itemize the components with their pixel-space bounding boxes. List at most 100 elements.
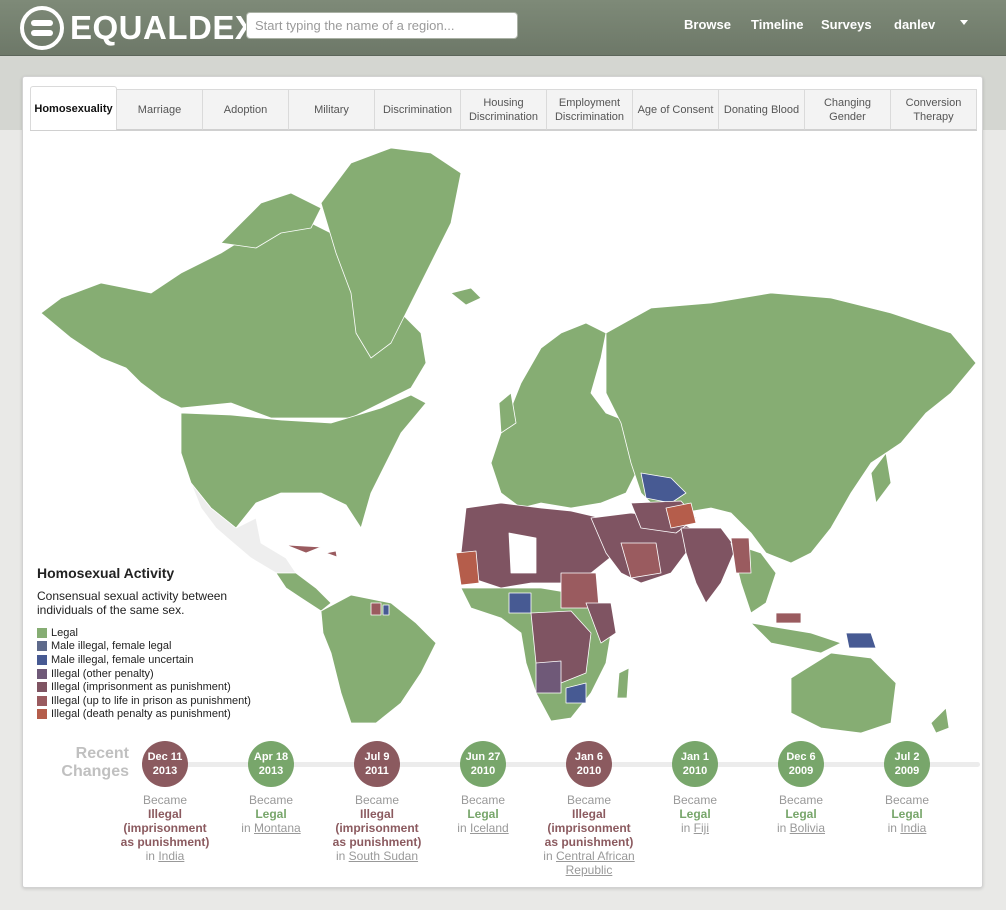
legend-swatch bbox=[37, 641, 47, 652]
legend-label: Male illegal, female legal bbox=[51, 640, 172, 653]
status-line: Illegal bbox=[147, 807, 182, 821]
region-line: in Fiji bbox=[640, 821, 750, 835]
map-region-drc bbox=[535, 660, 562, 694]
legend-swatch bbox=[37, 695, 47, 706]
tab-marriage[interactable]: Marriage bbox=[116, 89, 203, 130]
tab-label: Changing Gender bbox=[823, 96, 872, 123]
legend-label: Legal bbox=[51, 626, 78, 639]
region-link[interactable]: Fiji bbox=[694, 821, 709, 835]
in-label: in bbox=[241, 821, 251, 835]
status-line: as punishment) bbox=[120, 835, 210, 849]
became-label: Became bbox=[460, 793, 506, 807]
legend-label: Illegal (death penalty as punishment) bbox=[51, 708, 231, 721]
nav-browse-link[interactable]: Browse bbox=[684, 17, 731, 32]
became-label: Became bbox=[566, 793, 612, 807]
status-line: as punishment) bbox=[544, 835, 634, 849]
in-label: in bbox=[887, 821, 897, 835]
tab-divider bbox=[30, 130, 977, 131]
date-circle[interactable]: Dec 6 2009 bbox=[778, 741, 824, 787]
tab-label: Housing Discrimination bbox=[468, 96, 539, 123]
status-line: Legal bbox=[785, 807, 817, 821]
date-month: Jan 6 bbox=[574, 751, 604, 763]
status-line: (imprisonment bbox=[547, 821, 631, 835]
timeline-item: Jul 2 2009 Became Legal in India bbox=[852, 741, 962, 835]
region-link[interactable]: South Sudan bbox=[349, 849, 418, 863]
date-circle[interactable]: Jan 6 2010 bbox=[566, 741, 612, 787]
nav-surveys-link[interactable]: Surveys bbox=[821, 17, 872, 32]
tab-housing-discrimination[interactable]: Housing Discrimination bbox=[460, 89, 547, 130]
tab-label: Age of Consent bbox=[637, 103, 714, 116]
date-circle[interactable]: Jul 9 2011 bbox=[354, 741, 400, 787]
date-year: 2010 bbox=[682, 765, 708, 777]
date-month: Jan 1 bbox=[680, 751, 710, 763]
region-line: in Central African Republic bbox=[534, 849, 644, 877]
tab-homosexuality[interactable]: Homosexuality bbox=[30, 86, 117, 131]
tab-age-of-consent[interactable]: Age of Consent bbox=[632, 89, 719, 130]
tab-employment-discrimination[interactable]: Employment Discrimination bbox=[546, 89, 633, 130]
map-region-guyana bbox=[370, 602, 382, 616]
status-line: Legal bbox=[255, 807, 287, 821]
map-region-madagascar bbox=[616, 667, 630, 699]
status-line: Legal bbox=[891, 807, 923, 821]
region-link[interactable]: Iceland bbox=[470, 821, 509, 835]
tab-label: Homosexuality bbox=[34, 102, 113, 115]
region-link[interactable]: India bbox=[158, 849, 184, 863]
map-region-australia bbox=[790, 652, 897, 733]
timeline-item: Dec 6 2009 Became Legal in Bolivia bbox=[746, 741, 856, 835]
tab-conversion-therapy[interactable]: Conversion Therapy bbox=[890, 89, 977, 130]
map-region-guyana-2 bbox=[382, 604, 390, 616]
chevron-down-icon[interactable] bbox=[960, 20, 968, 25]
tab-changing-gender[interactable]: Changing Gender bbox=[804, 89, 891, 130]
region-search-input[interactable] bbox=[246, 12, 518, 39]
became-label: Became bbox=[354, 793, 400, 807]
legend-list: Legal Male illegal, female legal Male il… bbox=[37, 626, 267, 721]
timeline-item: Apr 18 2013 Became Legal in Montana bbox=[216, 741, 326, 835]
timeline-item: Dec 11 2013 Became Illegal (imprisonment… bbox=[110, 741, 220, 863]
tab-military[interactable]: Military bbox=[288, 89, 375, 130]
legend-label: Male illegal, female uncertain bbox=[51, 653, 194, 666]
date-year: 2011 bbox=[365, 765, 389, 777]
legend-item: Illegal (other penalty) bbox=[37, 667, 267, 681]
date-circle[interactable]: Apr 18 2013 bbox=[248, 741, 294, 787]
tab-adoption[interactable]: Adoption bbox=[202, 89, 289, 130]
tab-label: Marriage bbox=[137, 103, 182, 116]
date-year: 2013 bbox=[258, 765, 284, 777]
map-region-afghanistan bbox=[665, 502, 697, 529]
tab-label: Military bbox=[314, 103, 349, 116]
map-region-india bbox=[680, 527, 737, 604]
legend-swatch bbox=[37, 627, 47, 638]
region-line: in Bolivia bbox=[746, 821, 856, 835]
legend-item: Male illegal, female legal bbox=[37, 640, 267, 654]
tab-label: Donating Blood bbox=[723, 103, 800, 116]
region-link[interactable]: Bolivia bbox=[790, 821, 825, 835]
became-label: Became bbox=[248, 793, 294, 807]
logo[interactable]: EQUALDEX bbox=[20, 6, 257, 50]
region-link[interactable]: Central African Republic bbox=[556, 849, 635, 877]
timeline-item: Jan 6 2010 Became Illegal (imprisonment … bbox=[534, 741, 644, 877]
legend-label: Illegal (other penalty) bbox=[51, 667, 154, 680]
region-link[interactable]: Montana bbox=[254, 821, 301, 835]
date-month: Jul 9 bbox=[364, 751, 390, 763]
user-menu-link[interactable]: danlev bbox=[894, 17, 935, 32]
became-label: Became bbox=[672, 793, 718, 807]
map-region-nigeria bbox=[508, 592, 532, 614]
legend-label: Illegal (imprisonment as punishment) bbox=[51, 681, 231, 694]
tab-donating-blood[interactable]: Donating Blood bbox=[718, 89, 805, 130]
became-label: Became bbox=[778, 793, 824, 807]
date-circle[interactable]: Jun 27 2010 bbox=[460, 741, 506, 787]
tab-label: Adoption bbox=[223, 103, 268, 116]
tab-discrimination[interactable]: Discrimination bbox=[374, 89, 461, 130]
date-circle[interactable]: Jan 1 2010 bbox=[672, 741, 718, 787]
logo-text: EQUALDEX bbox=[70, 9, 258, 46]
date-month: Jun 27 bbox=[465, 751, 501, 763]
date-circle[interactable]: Jul 2 2009 bbox=[884, 741, 930, 787]
map-region-iceland bbox=[450, 287, 482, 306]
date-month: Dec 11 bbox=[147, 751, 183, 763]
region-link[interactable]: India bbox=[900, 821, 926, 835]
legend-item: Illegal (up to life in prison as punishm… bbox=[37, 694, 267, 708]
status-line: Illegal bbox=[571, 807, 606, 821]
nav-timeline-link[interactable]: Timeline bbox=[751, 17, 804, 32]
date-circle[interactable]: Dec 11 2013 bbox=[142, 741, 188, 787]
status-line: Illegal bbox=[359, 807, 394, 821]
region-line: in Iceland bbox=[428, 821, 538, 835]
